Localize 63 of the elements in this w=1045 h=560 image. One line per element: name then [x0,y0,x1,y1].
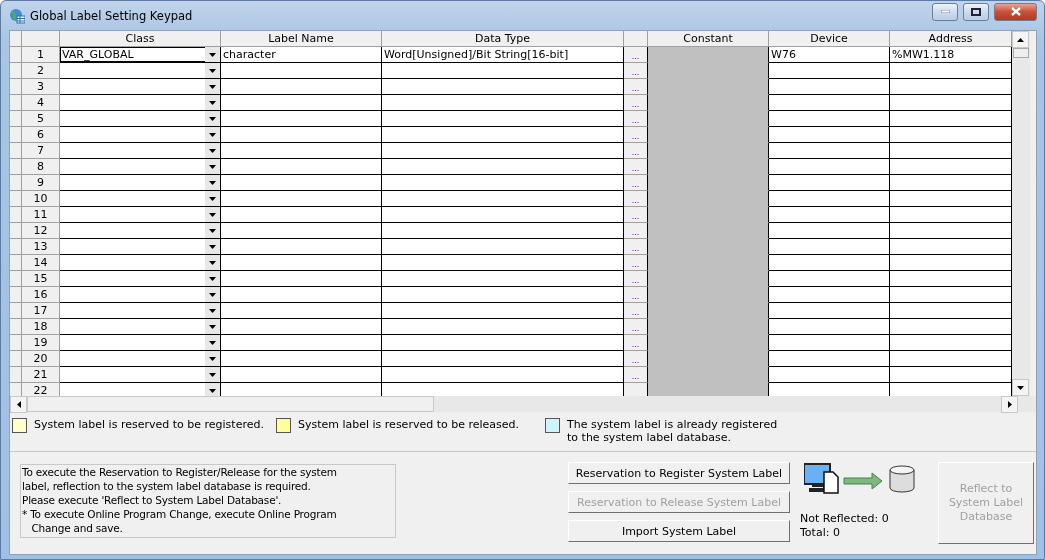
not-reflected-count: Not Reflected: 0 [800,512,889,526]
class-dropdown[interactable]: VAR_GLOBAL [60,47,221,63]
row-number: 4 [22,95,60,111]
row-number: 5 [22,111,60,127]
browse-button[interactable]: ... [624,319,648,335]
table-cell: Word[Unsigned]/Bit String[16-bit] [382,47,624,63]
row-number: 21 [22,367,60,383]
row-number: 17 [22,303,60,319]
row-number: 16 [22,287,60,303]
browse-button[interactable]: ... [624,191,648,207]
row-number: 14 [22,255,60,271]
browse-button[interactable]: ... [624,79,648,95]
browse-button[interactable]: ... [624,175,648,191]
browse-button[interactable]: ... [624,63,648,79]
action-button[interactable]: Import System Label [568,520,790,542]
row-number: 22 [22,383,60,396]
browse-button[interactable]: ... [624,159,648,175]
column-header[interactable]: Data Type [382,31,624,47]
table-cell: %MW1.118 [890,47,1012,63]
row-number: 19 [22,335,60,351]
legend-text: System label is reserved to be released. [297,418,520,431]
row-number: 10 [22,191,60,207]
browse-button[interactable]: ... [624,239,648,255]
browse-button[interactable]: ... [624,111,648,127]
browse-button[interactable]: ... [624,207,648,223]
row-number: 8 [22,159,60,175]
legend-text: System label is reserved to be registered. [34,418,264,431]
table-cell: W76 [769,47,890,63]
browse-button[interactable]: ... [624,303,648,319]
browse-button[interactable]: ... [624,223,648,239]
total-count: Total: 0 [800,526,840,540]
browse-button[interactable]: ... [624,47,648,63]
row-number: 20 [22,351,60,367]
legend-text: The system label is already registered to the system label database. [567,418,778,444]
row-number: 15 [22,271,60,287]
browse-button[interactable]: ... [624,127,648,143]
row-number: 7 [22,143,60,159]
browse-button[interactable]: ... [624,95,648,111]
row-number: 13 [22,239,60,255]
browse-button[interactable]: ... [624,367,648,383]
row-number: 3 [22,79,60,95]
row-number: 12 [22,223,60,239]
column-header[interactable]: Device [769,31,890,47]
row-number: 11 [22,207,60,223]
column-header[interactable]: Address [890,31,1012,47]
table-cell: character [221,47,382,63]
column-header[interactable]: Constant [648,31,769,47]
row-number: 6 [22,127,60,143]
action-button[interactable]: Reservation to Register System Label [568,462,790,484]
browse-button[interactable]: ... [624,143,648,159]
browse-button[interactable]: ... [624,271,648,287]
row-number: 2 [22,63,60,79]
info-text: To execute the Reservation to Register/Release for the system label, reflection to the system label database is required. Please execute 'Reflect to System Label Database'. * To execute Online Program Change, execute Online Program Change and save. [20,464,396,538]
window-title: Global Label Setting Keypad [30,8,194,23]
row-number: 18 [22,319,60,335]
row-number: 1 [22,47,60,63]
browse-button[interactable]: ... [624,335,648,351]
browse-button[interactable]: ... [624,351,648,367]
column-header[interactable]: Label Name [221,31,382,47]
browse-button[interactable]: ... [624,287,648,303]
row-number: 9 [22,175,60,191]
browse-button[interactable]: ... [624,255,648,271]
column-header[interactable]: Class [60,31,221,47]
